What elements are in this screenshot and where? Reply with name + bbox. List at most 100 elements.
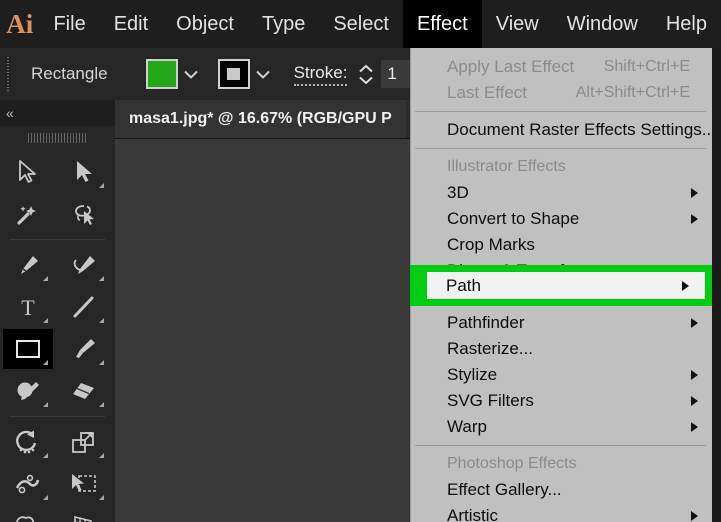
tool-perspective-grid[interactable]: [59, 506, 109, 522]
menu-item-effect[interactable]: Effect: [402, 0, 482, 48]
tool-shape-builder[interactable]: [3, 506, 53, 522]
menu-entry-label: Pathfinder: [447, 313, 525, 332]
menu-separator: [415, 445, 706, 446]
tools-panel-collapse-icon[interactable]: «: [0, 100, 115, 126]
active-tool-label: Rectangle: [31, 64, 108, 83]
submenu-arrow-icon: [691, 422, 698, 432]
menu-entry-warp[interactable]: Warp: [411, 414, 712, 440]
tool-group-corner-icon: [43, 453, 48, 458]
menu-entry-effect-gallery[interactable]: Effect Gallery...: [411, 477, 712, 503]
tool-group-corner-icon: [43, 495, 48, 500]
tools-grid: T: [0, 149, 115, 522]
tool-rotate[interactable]: [3, 422, 53, 462]
menu-entry-label: Apply Last Effect: [447, 57, 575, 76]
tool-shaper[interactable]: [3, 371, 53, 411]
tool-group-corner-icon: [99, 453, 104, 458]
menu-entry-path-highlighted[interactable]: Path: [427, 272, 705, 299]
menu-entry-shortcut: Alt+Shift+Ctrl+E: [575, 84, 690, 101]
stroke-weight-group: Stroke: 1: [293, 57, 416, 91]
menu-entry-label: Path: [446, 275, 481, 295]
tool-pen[interactable]: [3, 245, 53, 285]
menu-separator: [415, 111, 706, 112]
fill-chevron-down-icon[interactable]: [178, 59, 204, 89]
menu-separator: [415, 148, 706, 149]
submenu-arrow-icon: [691, 396, 698, 406]
menu-entry-3d[interactable]: 3D: [411, 180, 712, 206]
fill-color-swatch[interactable]: [145, 59, 178, 89]
submenu-arrow-icon: [691, 318, 698, 328]
illustrator-window: Ai File Edit Object Type Select Effect V…: [0, 0, 721, 522]
menu-entry-convert-to-shape[interactable]: Convert to Shape: [411, 206, 712, 232]
illustrator-logo-icon: Ai: [6, 8, 34, 39]
menu-entry-artistic[interactable]: Artistic: [411, 503, 712, 522]
menu-entry-label: 3D: [447, 183, 469, 202]
menu-entry-pathfinder[interactable]: Pathfinder: [411, 310, 712, 336]
tool-group-corner-icon: [99, 276, 104, 281]
submenu-arrow-icon: [691, 188, 698, 198]
menu-entry-last-effect: Last Effect Alt+Shift+Ctrl+E: [411, 80, 712, 106]
tool-width[interactable]: [3, 464, 53, 504]
tools-panel-grip[interactable]: [28, 129, 87, 147]
document-tab[interactable]: masa1.jpg* @ 16.67% (RGB/GPU P: [115, 100, 406, 138]
menu-item-help[interactable]: Help: [652, 0, 721, 48]
menu-item-file[interactable]: File: [39, 0, 99, 48]
stroke-swatch-group: [217, 59, 276, 89]
menu-entry-apply-last-effect: Apply Last Effect Shift+Ctrl+E: [411, 54, 712, 80]
menu-entry-label: SVG Filters: [447, 391, 534, 410]
tool-group-corner-icon: [99, 402, 104, 407]
tool-eraser[interactable]: [59, 371, 109, 411]
stroke-weight-stepper[interactable]: [357, 57, 375, 91]
tool-group-corner-icon: [99, 318, 104, 323]
svg-text:T: T: [21, 295, 35, 320]
menu-item-object[interactable]: Object: [162, 0, 248, 48]
menu-entry-stylize[interactable]: Stylize: [411, 362, 712, 388]
tools-panel: « T: [0, 100, 115, 522]
menu-entry-label: Warp: [447, 417, 487, 436]
tool-lasso[interactable]: [59, 194, 109, 234]
menu-right-edge: [712, 48, 721, 522]
tool-free-transform[interactable]: [59, 464, 109, 504]
tool-curvature[interactable]: [59, 245, 109, 285]
fill-swatch-group: [145, 59, 204, 89]
tool-group-corner-icon: [99, 183, 104, 188]
path-highlight-callout: Path: [410, 265, 712, 306]
menu-item-type[interactable]: Type: [248, 0, 319, 48]
tool-scale[interactable]: [59, 422, 109, 462]
menu-entry-label: Artistic: [447, 506, 498, 522]
tools-separator: [10, 416, 105, 417]
tool-magic-wand[interactable]: [3, 194, 53, 234]
stroke-weight-label: Stroke:: [293, 63, 348, 86]
tool-paintbrush[interactable]: [59, 329, 109, 369]
menu-entry-label: Crop Marks: [447, 235, 535, 254]
menu-entry-shortcut: Shift+Ctrl+E: [603, 58, 690, 75]
tool-selection[interactable]: [3, 152, 53, 192]
menu-entry-label: Convert to Shape: [447, 209, 580, 228]
tool-type[interactable]: T: [3, 287, 53, 327]
tool-line-segment[interactable]: [59, 287, 109, 327]
tools-separator: [10, 239, 105, 240]
submenu-arrow-icon: [691, 370, 698, 380]
menu-entry-label: Last Effect: [447, 83, 528, 102]
menu-entry-svg-filters[interactable]: SVG Filters: [411, 388, 712, 414]
menu-entry-crop-marks[interactable]: Crop Marks: [411, 232, 712, 258]
menu-item-view[interactable]: View: [482, 0, 553, 48]
tool-rectangle[interactable]: [3, 329, 53, 369]
submenu-arrow-icon: [682, 280, 689, 291]
menu-entry-document-raster-effects-settings[interactable]: Document Raster Effects Settings...: [411, 117, 712, 143]
menu-bar: Ai File Edit Object Type Select Effect V…: [0, 0, 721, 48]
menu-entry-label: Document Raster Effects Settings...: [447, 120, 712, 139]
tool-group-corner-icon: [99, 495, 104, 500]
submenu-arrow-icon: [691, 511, 698, 521]
stroke-chevron-down-icon[interactable]: [250, 59, 276, 89]
menu-section-illustrator-effects: Illustrator Effects: [447, 158, 566, 175]
stroke-color-swatch[interactable]: [217, 59, 250, 89]
menu-item-window[interactable]: Window: [553, 0, 652, 48]
menu-item-edit[interactable]: Edit: [100, 0, 162, 48]
tool-direct-selection[interactable]: [59, 152, 109, 192]
control-bar-grip[interactable]: [3, 57, 13, 91]
menu-entry-label: Stylize: [447, 365, 498, 384]
menu-entry-rasterize[interactable]: Rasterize...: [411, 336, 712, 362]
menu-entry-label: Effect Gallery...: [447, 480, 562, 499]
menu-item-select[interactable]: Select: [319, 0, 403, 48]
tool-group-corner-icon: [43, 318, 48, 323]
